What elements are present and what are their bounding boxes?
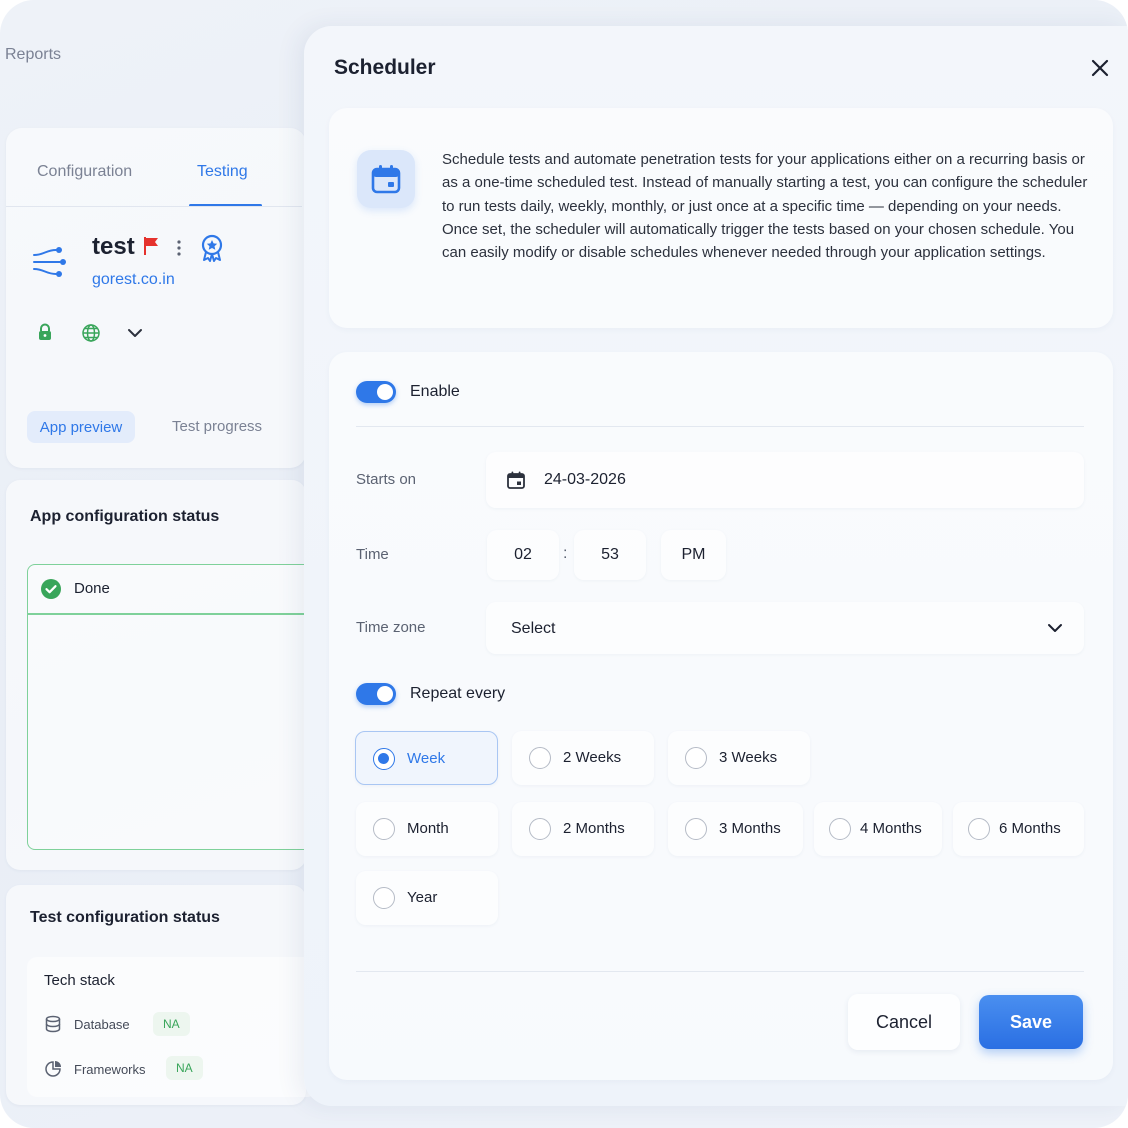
tech-row-frameworks-value: NA: [166, 1056, 203, 1080]
info-icon-tile: [357, 150, 415, 208]
database-icon: [45, 1015, 61, 1033]
app-flow-icon: [33, 247, 66, 277]
repeat-option-label: 4 Months: [860, 820, 922, 837]
form-divider: [356, 971, 1084, 972]
radio-button[interactable]: [529, 818, 551, 840]
tech-row-frameworks-label: Frameworks: [74, 1062, 146, 1077]
kebab-icon[interactable]: [172, 238, 186, 258]
app-url-link[interactable]: gorest.co.in: [92, 271, 175, 289]
enable-label: Enable: [410, 383, 460, 400]
chevron-down-icon[interactable]: [1045, 618, 1065, 638]
starts-on-label: Starts on: [356, 471, 417, 488]
repeat-option-label: 6 Months: [999, 820, 1061, 837]
tab-configuration[interactable]: Configuration: [37, 163, 132, 181]
radio-button[interactable]: [829, 818, 851, 840]
radio-button[interactable]: [685, 747, 707, 769]
repeat-option-2-months[interactable]: 2 Months: [512, 802, 654, 856]
calendar-icon: [371, 165, 401, 194]
tab-divider: [6, 206, 302, 207]
form-divider: [356, 426, 1084, 427]
subtab-test-progress[interactable]: Test progress: [172, 418, 262, 435]
repeat-option-label: 2 Weeks: [563, 749, 622, 766]
tab-testing[interactable]: Testing: [197, 163, 248, 181]
app-config-title: App configuration status: [30, 508, 220, 525]
scheduler-description: Schedule tests and automate penetration …: [442, 151, 1088, 262]
repeat-option-label: Year: [407, 889, 438, 906]
chevron-down-icon[interactable]: [126, 324, 144, 342]
cancel-button[interactable]: Cancel: [848, 994, 960, 1050]
radio-button[interactable]: [529, 747, 551, 769]
repeat-option-month[interactable]: Month: [356, 802, 498, 856]
status-label: Done: [74, 580, 110, 597]
test-config-title: Test configuration status: [30, 909, 220, 926]
radio-button[interactable]: [373, 748, 395, 770]
time-label: Time: [356, 546, 389, 563]
timezone-select[interactable]: [486, 602, 1084, 654]
globe-icon: [82, 324, 100, 342]
radio-button[interactable]: [373, 818, 395, 840]
tech-row-database-label: Database: [74, 1017, 130, 1032]
lock-icon: [39, 323, 51, 340]
repeat-option-label: 2 Months: [563, 820, 625, 837]
status-box: [27, 564, 317, 850]
repeat-option-label: 3 Months: [719, 820, 781, 837]
close-icon[interactable]: [1089, 57, 1111, 79]
repeat-option-label: Week: [407, 750, 446, 767]
timezone-label: Time zone: [356, 619, 426, 636]
radio-button[interactable]: [373, 887, 395, 909]
flag-icon: [144, 237, 158, 255]
time-minute-input[interactable]: 53: [574, 530, 646, 580]
repeat-option-label: 3 Weeks: [719, 749, 778, 766]
calendar-icon[interactable]: [506, 470, 526, 490]
repeat-label: Repeat every: [410, 685, 506, 702]
tech-stack-title: Tech stack: [44, 972, 115, 989]
radio-button[interactable]: [685, 818, 707, 840]
tech-row-database-value: NA: [153, 1012, 190, 1036]
time-hour-input[interactable]: 02: [487, 530, 559, 580]
time-separator: :: [563, 545, 568, 562]
time-period-select[interactable]: PM: [661, 530, 726, 580]
repeat-option-6-months[interactable]: 6 Months: [953, 802, 1084, 856]
status-divider: [27, 613, 317, 615]
frameworks-icon: [45, 1061, 61, 1077]
modal-title: Scheduler: [334, 56, 436, 79]
save-button[interactable]: Save: [979, 995, 1083, 1049]
repeat-option-2-weeks[interactable]: 2 Weeks: [512, 731, 654, 785]
repeat-option-week[interactable]: Week: [355, 731, 498, 785]
repeat-option-3-months[interactable]: 3 Months: [668, 802, 803, 856]
subtab-app-preview[interactable]: App preview: [27, 411, 135, 443]
app-name: test: [92, 233, 135, 260]
app-window: Reports Configuration Testing test gores…: [0, 0, 1128, 1128]
check-circle-icon: [41, 579, 61, 599]
radio-button[interactable]: [968, 818, 990, 840]
repeat-option-3-weeks[interactable]: 3 Weeks: [668, 731, 810, 785]
repeat-toggle[interactable]: [356, 683, 396, 705]
timezone-value: Select: [511, 620, 556, 637]
repeat-option-year[interactable]: Year: [356, 871, 498, 925]
breadcrumb-reports[interactable]: Reports: [5, 46, 61, 64]
badge-icon: [201, 234, 223, 262]
repeat-option-label: Month: [407, 820, 449, 837]
starts-on-value: 24-03-2026: [544, 471, 626, 488]
enable-toggle[interactable]: [356, 381, 396, 403]
repeat-option-4-months[interactable]: 4 Months: [814, 802, 942, 856]
